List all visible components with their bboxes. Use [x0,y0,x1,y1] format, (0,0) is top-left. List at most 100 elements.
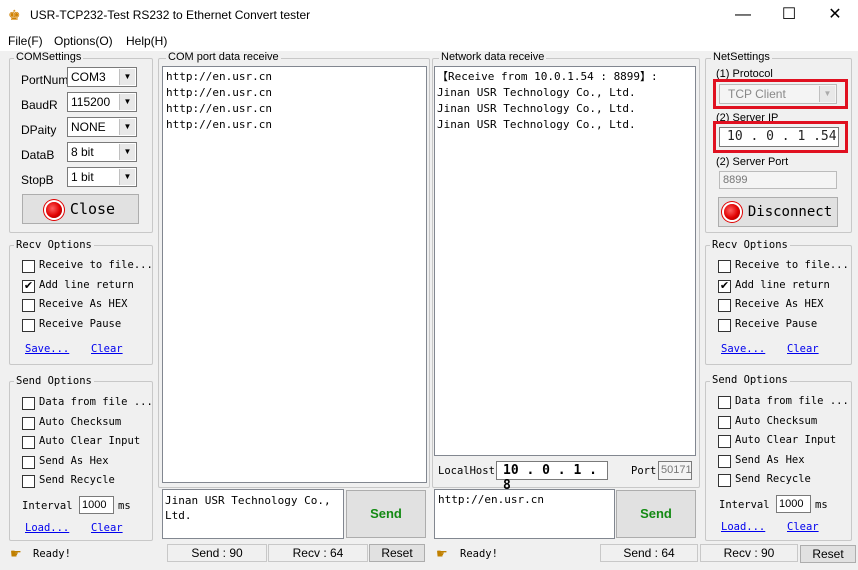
com-send-count: Send : 90 [167,544,267,562]
server-ip-input[interactable]: 10 . 0 . 1 .54 [719,127,839,147]
stopbits-select[interactable]: 1 bit ▼ [67,167,137,187]
option-checkbox[interactable] [22,416,35,430]
net-interval-input[interactable]: 1000 [776,495,811,513]
net-recv-options-title: Recv Options [710,239,790,251]
chevron-down-icon: ▼ [119,69,135,85]
option-checkbox[interactable] [22,318,35,332]
port-select[interactable]: COM3 ▼ [67,67,137,87]
option-checkbox[interactable] [718,454,731,468]
option-label: Receive As HEX [735,298,824,310]
com-data-title: COM port data receive [166,51,281,63]
com-interval-label: Interval [22,500,73,512]
maximize-button[interactable]: ☐ [766,0,812,31]
net-reset-button[interactable]: Reset [800,545,856,563]
protocol-select[interactable]: TCP Client ▼ [719,84,837,104]
menu-file[interactable]: File(F) [8,34,43,48]
com-recv-options-title: Recv Options [14,239,94,251]
option-label: Receive to file... [735,259,849,271]
com-save-link[interactable]: Save... [25,343,69,355]
option-label: Send As Hex [735,453,805,466]
received-line: 【Receive from 10.0.1.54 : 8899】: [437,70,658,83]
localhost-field: 10 . 0 . 1 . 8 [496,461,608,493]
red-led-icon [723,204,740,220]
option-checkbox[interactable] [22,455,35,469]
com-send-button[interactable]: Send [346,490,426,538]
com-send-input[interactable]: Jinan USR Technology Co., Ltd. [162,489,344,539]
option-checkbox[interactable] [718,396,731,409]
parity-label: DPaity [21,123,57,137]
option-checkbox[interactable] [718,435,731,448]
option-checkbox[interactable] [22,260,35,273]
option-checkbox[interactable] [718,474,731,487]
option-checkbox[interactable] [718,415,731,429]
chevron-down-icon: ▼ [119,94,135,110]
net-send-input[interactable]: http://en.usr.cn [434,489,615,539]
com-load-link[interactable]: Load... [25,522,69,534]
option-checkbox[interactable] [22,436,35,449]
option-label: Receive Pause [735,317,818,330]
net-receive-area[interactable]: 【Receive from 10.0.1.54 : 8899】: Jinan US… [434,66,696,456]
option-label: Receive Pause [39,317,122,330]
chevron-down-icon: ▼ [819,86,835,102]
option-checkbox[interactable]: ✔ [22,279,35,293]
option-label: Send Recycle [735,473,811,485]
com-interval-input[interactable]: 1000 [79,496,114,514]
option-checkbox[interactable] [718,299,731,312]
local-port-label: Port [631,465,657,477]
received-line: Jinan USR Technology Co., Ltd. [437,118,636,131]
net-send-clear-link[interactable]: Clear [787,521,819,533]
com-interval-unit: ms [118,500,131,512]
received-line: Jinan USR Technology Co., Ltd. [437,102,636,115]
databits-label: DataB [21,148,55,162]
net-load-link[interactable]: Load... [721,521,765,533]
received-line: http://en.usr.cn [166,118,272,131]
disconnect-button[interactable]: Disconnect [718,197,838,227]
local-port-field: 50171 [658,461,692,480]
option-checkbox[interactable] [718,318,731,332]
option-checkbox[interactable] [22,475,35,488]
net-send-count: Send : 64 [600,544,698,562]
option-label: Add line return [735,278,830,291]
databits-select[interactable]: 8 bit ▼ [67,142,137,162]
localhost-label: LocalHost [438,465,495,477]
net-interval-unit: ms [815,499,828,511]
option-label: Auto Checksum [39,415,122,428]
chevron-down-icon: ▼ [119,169,135,185]
option-label: Auto Clear Input [735,434,837,446]
com-recv-clear-link[interactable]: Clear [91,343,123,355]
received-line: Jinan USR Technology Co., Ltd. [437,86,636,99]
option-label: Receive to file... [39,259,153,271]
com-send-options-title: Send Options [14,375,94,387]
net-settings-title: NetSettings [711,51,772,63]
parity-select[interactable]: NONE ▼ [67,117,137,137]
option-label: Receive As HEX [39,298,128,310]
option-label: Send Recycle [39,474,115,486]
option-checkbox[interactable] [22,299,35,312]
chevron-down-icon: ▼ [119,119,135,135]
com-receive-area[interactable]: http://en.usr.cn http://en.usr.cn http://e… [162,66,427,483]
net-recv-clear-link[interactable]: Clear [787,343,819,355]
server-port-input[interactable]: 8899 [719,171,837,189]
com-recv-count: Recv : 64 [268,544,368,562]
option-checkbox[interactable]: ✔ [718,279,731,293]
app-icon: ♚ [8,7,21,23]
close-port-button[interactable]: Close [22,194,139,224]
net-send-button[interactable]: Send [616,490,696,538]
option-checkbox[interactable] [22,397,35,410]
menu-bar: File(F) Options(O) Help(H) [0,31,858,51]
close-window-button[interactable]: ✕ [812,0,858,31]
net-save-link[interactable]: Save... [721,343,765,355]
menu-options[interactable]: Options(O) [54,34,113,48]
baud-select[interactable]: 115200 ▼ [67,92,137,112]
menu-help[interactable]: Help(H) [126,34,167,48]
hand-pointer-icon: ☛ [10,546,22,561]
option-checkbox[interactable] [718,260,731,273]
net-status-ready: Ready! [460,548,498,560]
received-line: http://en.usr.cn [166,86,272,99]
net-data-title: Network data receive [439,51,547,63]
hand-pointer-icon: ☛ [436,546,448,561]
com-reset-button[interactable]: Reset [369,544,425,562]
com-send-clear-link[interactable]: Clear [91,522,123,534]
received-line: http://en.usr.cn [166,70,272,83]
minimize-button[interactable]: — [720,0,766,31]
